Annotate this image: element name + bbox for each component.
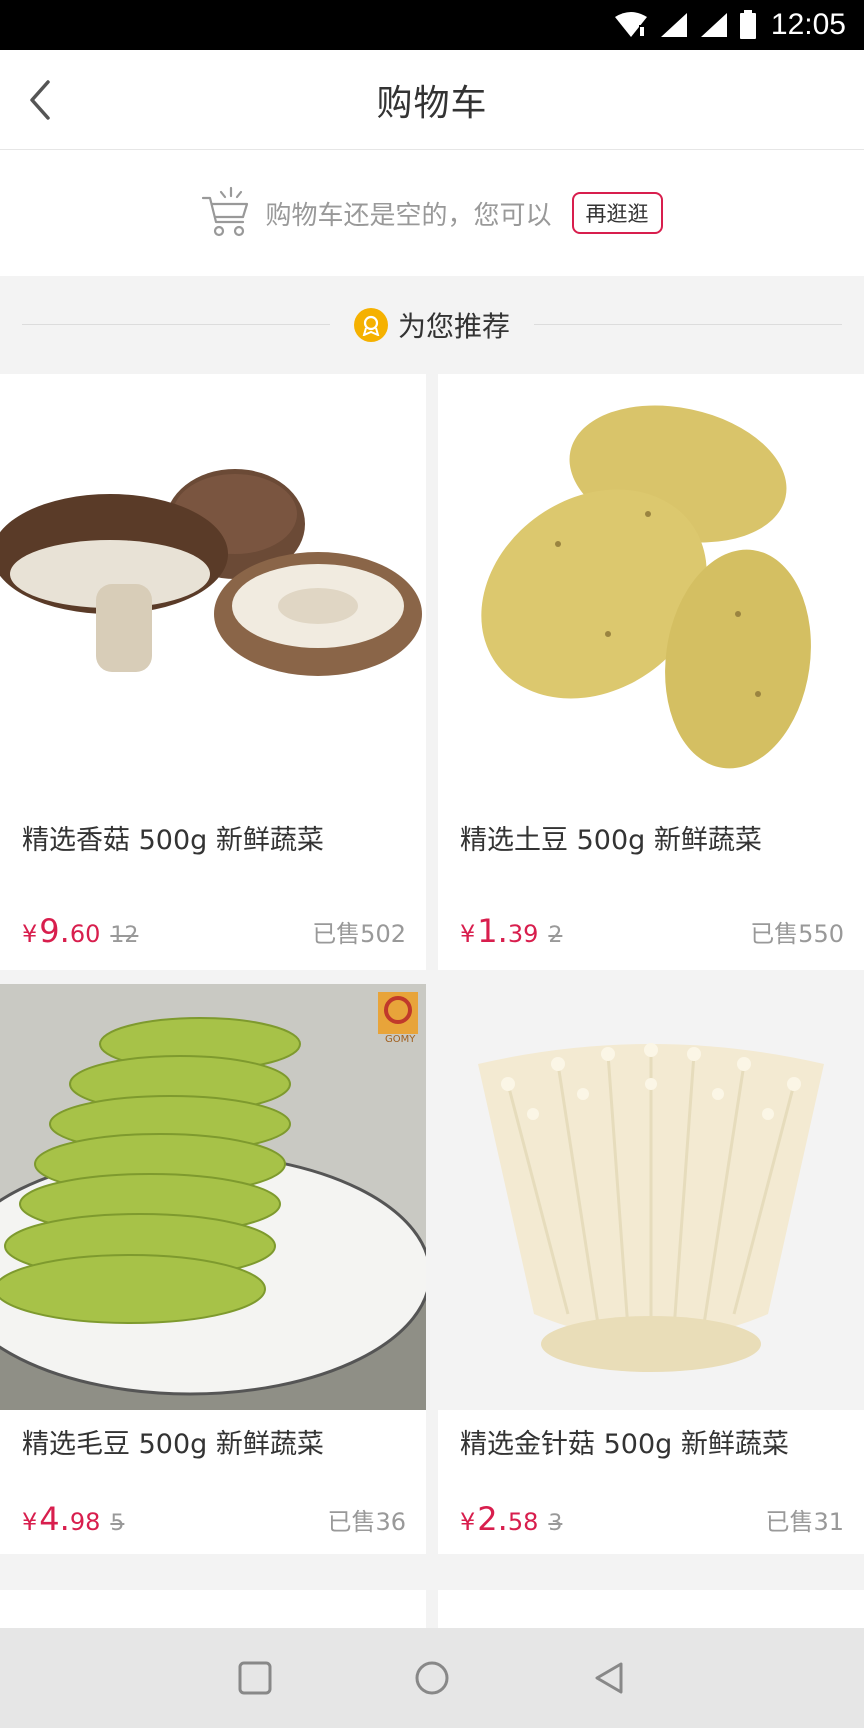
nav-bar: 购物车 [0, 50, 864, 150]
product-name: 精选毛豆 500g 新鲜蔬菜 [22, 1429, 324, 1460]
product-name: 精选土豆 500g 新鲜蔬菜 [460, 825, 762, 856]
status-bar: 12:05 [0, 0, 864, 50]
price-integer: 9. [39, 912, 70, 950]
product-card[interactable]: 精选金针菇 500g 新鲜蔬菜 ¥ 2. 58 3 已售31 [438, 984, 864, 1554]
sold-count: 已售36 [327, 1508, 406, 1536]
currency-symbol: ¥ [460, 920, 476, 948]
recommend-header: 为您推荐 [0, 276, 864, 374]
product-image-enoki [438, 984, 864, 1410]
price-integer: 2. [477, 1500, 508, 1538]
product-card[interactable] [0, 1590, 426, 1630]
price-integer: 1. [477, 912, 508, 950]
sold-count: 已售502 [312, 920, 406, 948]
page-title: 购物车 [376, 82, 488, 124]
back-icon[interactable] [591, 1660, 627, 1696]
shopping-cart-icon [202, 186, 249, 237]
price-decimal: 58 [507, 1508, 539, 1536]
original-price: 2 [548, 923, 563, 948]
empty-cart-message: 购物车还是空的，您可以 [265, 200, 552, 231]
original-price: 12 [110, 923, 139, 948]
product-card[interactable]: 精选香菇 500g 新鲜蔬菜 ¥ 9. 60 12 已售502 [0, 374, 426, 970]
price-decimal: 39 [507, 920, 539, 948]
status-time: 12:05 [770, 8, 846, 41]
home-icon[interactable] [413, 1659, 451, 1697]
sold-count: 已售31 [765, 1508, 844, 1536]
currency-symbol: ¥ [460, 1508, 476, 1536]
price-row: ¥ 1. 39 2 已售550 [460, 912, 844, 950]
divider-left [22, 324, 330, 325]
divider-right [534, 324, 842, 325]
recent-apps-icon[interactable] [237, 1660, 273, 1696]
original-price: 3 [548, 1511, 563, 1536]
price-row: ¥ 4. 98 5 已售36 [22, 1500, 406, 1538]
empty-cart-notice: 购物车还是空的，您可以 再逛逛 [0, 150, 864, 276]
product-image-potato [438, 374, 864, 800]
price-decimal: 60 [69, 920, 101, 948]
product-card[interactable]: 精选土豆 500g 新鲜蔬菜 ¥ 1. 39 2 已售550 [438, 374, 864, 970]
browse-more-button[interactable]: 再逛逛 [571, 192, 663, 234]
recommend-title: 为您推荐 [397, 310, 510, 343]
product-image-shiitake [0, 374, 426, 800]
svg-text:GOMY: GOMY [385, 1034, 416, 1045]
signal-icon-2 [700, 13, 727, 37]
original-price: 5 [110, 1511, 125, 1536]
price-integer: 4. [39, 1500, 70, 1538]
back-arrow-icon[interactable] [22, 76, 62, 124]
price-row: ¥ 9. 60 12 已售502 [22, 912, 406, 950]
system-nav-bar [0, 1628, 864, 1728]
product-name: 精选金针菇 500g 新鲜蔬菜 [460, 1429, 789, 1460]
price-decimal: 98 [69, 1508, 101, 1536]
sold-count: 已售550 [750, 920, 844, 948]
currency-symbol: ¥ [22, 920, 38, 948]
product-card[interactable]: GOMY 精选毛豆 500g 新鲜蔬菜 ¥ 4. 98 5 已售36 [0, 984, 426, 1554]
recommend-badge-icon [353, 308, 388, 342]
wifi-icon [614, 12, 647, 37]
currency-symbol: ¥ [22, 1508, 38, 1536]
product-image-edamame: GOMY [0, 984, 426, 1410]
status-icons [613, 10, 757, 40]
price-row: ¥ 2. 58 3 已售31 [460, 1500, 844, 1538]
product-name: 精选香菇 500g 新鲜蔬菜 [22, 825, 324, 856]
signal-icon [660, 13, 687, 37]
product-card[interactable] [438, 1590, 864, 1630]
battery-icon [739, 10, 756, 39]
